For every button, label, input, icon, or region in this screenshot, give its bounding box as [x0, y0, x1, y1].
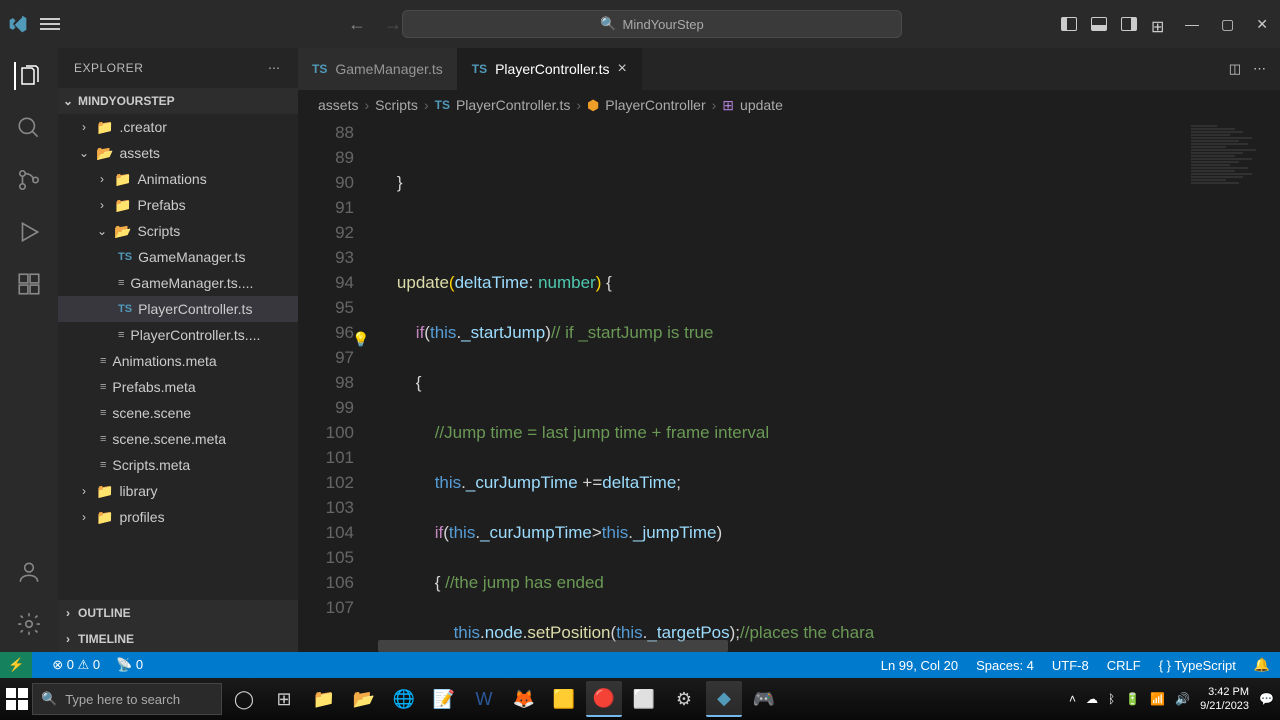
cursor-position[interactable]: Ln 99, Col 20	[881, 658, 958, 673]
minimize-button[interactable]: —	[1181, 16, 1203, 32]
close-button[interactable]: ✕	[1252, 16, 1272, 33]
task-view-icon[interactable]: ⊞	[266, 681, 302, 717]
tray-chevron-icon[interactable]: ˄	[1069, 692, 1076, 706]
app-notes[interactable]: 📝	[426, 681, 462, 717]
file-prefabs-meta[interactable]: ≡Prefabs.meta	[58, 374, 298, 400]
sidebar: EXPLORER ⋯ ⌄MINDYOURSTEP ›📁.creator ⌄📂as…	[58, 48, 298, 652]
search-icon[interactable]	[15, 114, 43, 142]
account-icon[interactable]	[15, 558, 43, 586]
explorer-icon[interactable]	[14, 62, 42, 90]
file-gamemanager[interactable]: TSGameManager.ts	[58, 244, 298, 270]
close-icon[interactable]: ×	[617, 60, 626, 78]
lightbulb-icon[interactable]: 💡	[352, 327, 369, 352]
language-mode[interactable]: { } TypeScript	[1159, 658, 1236, 673]
volume-icon[interactable]: 🔊	[1175, 692, 1190, 706]
activity-bar	[0, 48, 58, 652]
app-generic1[interactable]: ⬜	[626, 681, 662, 717]
vscode-icon	[8, 14, 28, 34]
notifications-icon[interactable]: 🔔	[1254, 657, 1270, 673]
windows-taskbar: 🔍 Type here to search ◯ ⊞ 📁 📂 🌐 📝 W 🦊 🟨 …	[0, 678, 1280, 720]
app-folder[interactable]: 📂	[346, 681, 382, 717]
clock[interactable]: 3:42 PM9/21/2023	[1200, 685, 1249, 713]
file-scene-meta[interactable]: ≡scene.scene.meta	[58, 426, 298, 452]
outline-section[interactable]: ›OUTLINE	[58, 600, 298, 626]
editor: TSGameManager.ts TSPlayerController.ts× …	[298, 48, 1280, 652]
battery-icon[interactable]: 🔋	[1125, 692, 1140, 706]
file-playercontroller-meta[interactable]: ≡PlayerController.ts....	[58, 322, 298, 348]
ports[interactable]: 📡 0	[116, 657, 143, 673]
app-word[interactable]: W	[466, 681, 502, 717]
file-tree: ⌄MINDYOURSTEP ›📁.creator ⌄📂assets ›📁Anim…	[58, 88, 298, 600]
start-button[interactable]	[6, 688, 28, 710]
indentation[interactable]: Spaces: 4	[976, 658, 1034, 673]
action-center-icon[interactable]: 💬	[1259, 692, 1274, 706]
nav-forward: →	[384, 14, 402, 35]
wifi-icon[interactable]: 📶	[1150, 692, 1165, 706]
split-editor-icon[interactable]: ◫	[1229, 61, 1241, 77]
folder-profiles[interactable]: ›📁profiles	[58, 504, 298, 530]
folder-library[interactable]: ›📁library	[58, 478, 298, 504]
nav-back[interactable]: ←	[348, 14, 366, 35]
system-tray[interactable]: ˄ ☁ ᛒ 🔋 📶 🔊 3:42 PM9/21/2023 💬	[1069, 685, 1274, 713]
cortana-icon[interactable]: ◯	[226, 681, 262, 717]
project-name: MindYourStep	[623, 17, 704, 32]
file-scene[interactable]: ≡scene.scene	[58, 400, 298, 426]
timeline-section[interactable]: ›TIMELINE	[58, 626, 298, 652]
app-cocos[interactable]: 🎮	[746, 681, 782, 717]
layout-sidebar-right-icon[interactable]	[1121, 17, 1137, 31]
tab-playercontroller[interactable]: TSPlayerController.ts×	[458, 48, 642, 90]
encoding[interactable]: UTF-8	[1052, 658, 1089, 673]
editor-tabs: TSGameManager.ts TSPlayerController.ts× …	[298, 48, 1280, 90]
code-content[interactable]: 💡 } update(deltaTime: number) { if(this.…	[378, 120, 1280, 652]
folder-prefabs[interactable]: ›📁Prefabs	[58, 192, 298, 218]
app-explorer[interactable]: 📁	[306, 681, 342, 717]
source-control-icon[interactable]	[15, 166, 43, 194]
layout-panel-icon[interactable]	[1091, 17, 1107, 31]
tab-more-icon[interactable]: ⋯	[1253, 61, 1266, 77]
settings-icon[interactable]	[15, 610, 43, 638]
folder-creator[interactable]: ›📁.creator	[58, 114, 298, 140]
maximize-button[interactable]: ▢	[1217, 16, 1238, 33]
folder-assets[interactable]: ⌄📂assets	[58, 140, 298, 166]
extensions-icon[interactable]	[15, 270, 43, 298]
onedrive-icon[interactable]: ☁	[1086, 692, 1098, 706]
project-header[interactable]: ⌄MINDYOURSTEP	[58, 88, 298, 114]
folder-animations[interactable]: ›📁Animations	[58, 166, 298, 192]
app-sticky[interactable]: 🟨	[546, 681, 582, 717]
remote-indicator[interactable]: ⚡	[0, 652, 32, 678]
menu-icon[interactable]	[40, 18, 60, 30]
horizontal-scrollbar[interactable]	[378, 640, 728, 652]
explorer-menu[interactable]: ⋯	[268, 61, 282, 75]
statusbar: ⚡ ⊗ 0 ⚠ 0 📡 0 Ln 99, Col 20 Spaces: 4 UT…	[0, 652, 1280, 678]
minimap[interactable]	[1185, 120, 1280, 650]
file-animations-meta[interactable]: ≡Animations.meta	[58, 348, 298, 374]
file-scripts-meta[interactable]: ≡Scripts.meta	[58, 452, 298, 478]
taskbar-search[interactable]: 🔍 Type here to search	[32, 683, 222, 715]
tab-gamemanager[interactable]: TSGameManager.ts	[298, 48, 458, 90]
search-icon: 🔍	[600, 16, 616, 32]
problems[interactable]: ⊗ 0 ⚠ 0	[52, 657, 100, 673]
breadcrumbs[interactable]: assets› Scripts› TSPlayerController.ts› …	[298, 90, 1280, 120]
layout-customize-icon[interactable]: ⊞	[1151, 17, 1167, 31]
command-center[interactable]: 🔍 MindYourStep	[402, 10, 902, 38]
line-gutter: 8889909192939495969798991001011021031041…	[298, 120, 378, 652]
file-playercontroller[interactable]: TSPlayerController.ts	[58, 296, 298, 322]
run-debug-icon[interactable]	[15, 218, 43, 246]
eol[interactable]: CRLF	[1107, 658, 1141, 673]
titlebar: ← → 🔍 MindYourStep ⊞ — ▢ ✕	[0, 0, 1280, 48]
layout-sidebar-left-icon[interactable]	[1061, 17, 1077, 31]
folder-scripts[interactable]: ⌄📂Scripts	[58, 218, 298, 244]
app-edge[interactable]: 🌐	[386, 681, 422, 717]
app-vscode[interactable]: ◆	[706, 681, 742, 717]
app-recorder[interactable]: 🔴	[586, 681, 622, 717]
app-generic2[interactable]: ⚙	[666, 681, 702, 717]
code-editor[interactable]: 8889909192939495969798991001011021031041…	[298, 120, 1280, 652]
app-firefox[interactable]: 🦊	[506, 681, 542, 717]
explorer-title: EXPLORER	[74, 61, 143, 75]
file-gamemanager-meta[interactable]: ≡GameManager.ts....	[58, 270, 298, 296]
bluetooth-icon[interactable]: ᛒ	[1108, 692, 1115, 706]
